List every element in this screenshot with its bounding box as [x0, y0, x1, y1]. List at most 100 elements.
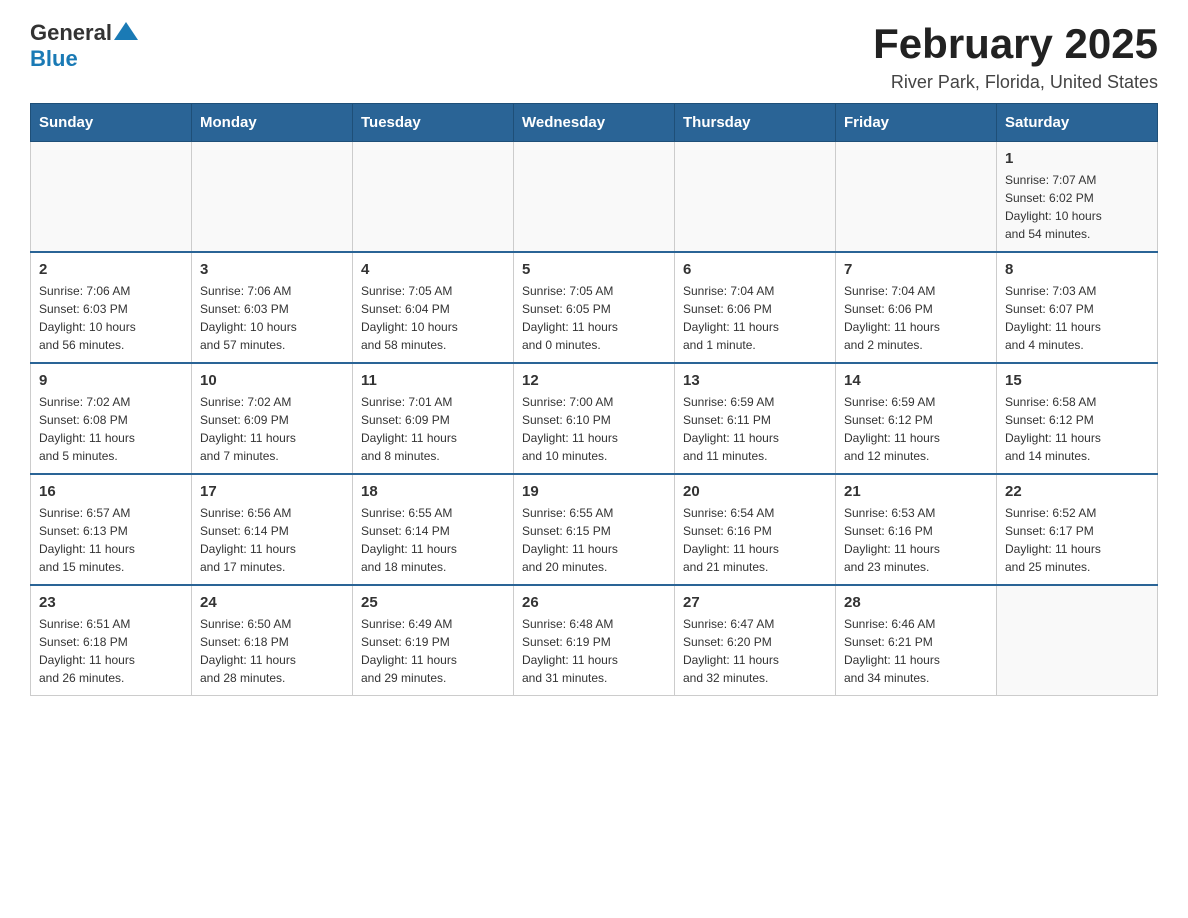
- calendar-cell: 27 Sunrise: 6:47 AMSunset: 6:20 PMDayligh…: [675, 585, 836, 696]
- calendar-week-2: 9 Sunrise: 7:02 AMSunset: 6:08 PMDaylight…: [31, 363, 1158, 474]
- calendar-body: 1Sunrise: 7:07 AMSunset: 6:02 PMDaylight…: [31, 142, 1158, 696]
- calendar-cell: 15Sunrise: 6:58 AMSunset: 6:12 PMDayligh…: [997, 363, 1158, 474]
- day-header-monday: Monday: [192, 104, 353, 142]
- calendar-cell: 2 Sunrise: 7:06 AMSunset: 6:03 PMDaylight…: [31, 252, 192, 363]
- calendar-cell: 22Sunrise: 6:52 AMSunset: 6:17 PMDayligh…: [997, 474, 1158, 585]
- calendar-cell: [675, 142, 836, 253]
- day-info: Sunrise: 6:59 AMSunset: 6:11 PMDaylight:…: [683, 393, 827, 465]
- day-number: 13: [683, 372, 827, 389]
- calendar-cell: 26Sunrise: 6:48 AMSunset: 6:19 PMDayligh…: [514, 585, 675, 696]
- day-number: 11: [361, 372, 505, 389]
- day-info: Sunrise: 6:55 AMSunset: 6:15 PMDaylight:…: [522, 504, 666, 576]
- day-header-saturday: Saturday: [997, 104, 1158, 142]
- calendar-cell: 12 Sunrise: 7:00 AMSunset: 6:10 PMDayligh…: [514, 363, 675, 474]
- day-header-sunday: Sunday: [31, 104, 192, 142]
- day-number: 6: [683, 261, 827, 278]
- day-number: 9: [39, 372, 183, 389]
- day-number: 8: [1005, 261, 1149, 278]
- logo-general-text: General: [30, 20, 112, 45]
- day-info: Sunrise: 7:05 AMSunset: 6:05 PMDaylight:…: [522, 282, 666, 354]
- day-info: Sunrise: 7:04 AMSunset: 6:06 PMDaylight:…: [683, 282, 827, 354]
- calendar-cell: 28 Sunrise: 6:46 AMSunset: 6:21 PMDayligh…: [836, 585, 997, 696]
- calendar-cell: 9 Sunrise: 7:02 AMSunset: 6:08 PMDaylight…: [31, 363, 192, 474]
- day-number: 15: [1005, 372, 1149, 389]
- day-info: Sunrise: 6:46 AMSunset: 6:21 PMDaylight:…: [844, 615, 988, 687]
- day-info: Sunrise: 6:51 AMSunset: 6:18 PMDaylight:…: [39, 615, 183, 687]
- page-title: February 2025: [873, 20, 1158, 68]
- calendar-header: SundayMondayTuesdayWednesdayThursdayFrid…: [31, 104, 1158, 142]
- page-subtitle: River Park, Florida, United States: [873, 72, 1158, 93]
- day-number: 7: [844, 261, 988, 278]
- day-header-wednesday: Wednesday: [514, 104, 675, 142]
- calendar-cell: 4 Sunrise: 7:05 AMSunset: 6:04 PMDaylight…: [353, 252, 514, 363]
- calendar-week-0: 1Sunrise: 7:07 AMSunset: 6:02 PMDaylight…: [31, 142, 1158, 253]
- day-number: 27: [683, 594, 827, 611]
- calendar-cell: 6 Sunrise: 7:04 AMSunset: 6:06 PMDaylight…: [675, 252, 836, 363]
- day-info: Sunrise: 7:06 AMSunset: 6:03 PMDaylight:…: [39, 282, 183, 354]
- calendar-week-4: 23 Sunrise: 6:51 AMSunset: 6:18 PMDayligh…: [31, 585, 1158, 696]
- calendar-cell: 25 Sunrise: 6:49 AMSunset: 6:19 PMDayligh…: [353, 585, 514, 696]
- day-info: Sunrise: 6:49 AMSunset: 6:19 PMDaylight:…: [361, 615, 505, 687]
- day-info: Sunrise: 6:55 AMSunset: 6:14 PMDaylight:…: [361, 504, 505, 576]
- logo-triangle-icon: [114, 22, 138, 40]
- day-number: 18: [361, 483, 505, 500]
- calendar-cell: [31, 142, 192, 253]
- day-info: Sunrise: 7:02 AMSunset: 6:09 PMDaylight:…: [200, 393, 344, 465]
- calendar-cell: 3 Sunrise: 7:06 AMSunset: 6:03 PMDaylight…: [192, 252, 353, 363]
- title-block: February 2025 River Park, Florida, Unite…: [873, 20, 1158, 93]
- calendar-cell: 24 Sunrise: 6:50 AMSunset: 6:18 PMDayligh…: [192, 585, 353, 696]
- calendar-cell: 18 Sunrise: 6:55 AMSunset: 6:14 PMDayligh…: [353, 474, 514, 585]
- calendar-cell: 19 Sunrise: 6:55 AMSunset: 6:15 PMDayligh…: [514, 474, 675, 585]
- calendar-cell: 17Sunrise: 6:56 AMSunset: 6:14 PMDayligh…: [192, 474, 353, 585]
- day-number: 22: [1005, 483, 1149, 500]
- day-info: Sunrise: 6:54 AMSunset: 6:16 PMDaylight:…: [683, 504, 827, 576]
- day-number: 20: [683, 483, 827, 500]
- day-info: Sunrise: 7:07 AMSunset: 6:02 PMDaylight:…: [1005, 171, 1149, 243]
- day-info: Sunrise: 6:57 AMSunset: 6:13 PMDaylight:…: [39, 504, 183, 576]
- calendar-cell: 1Sunrise: 7:07 AMSunset: 6:02 PMDaylight…: [997, 142, 1158, 253]
- day-info: Sunrise: 6:53 AMSunset: 6:16 PMDaylight:…: [844, 504, 988, 576]
- calendar-cell: 8 Sunrise: 7:03 AMSunset: 6:07 PMDaylight…: [997, 252, 1158, 363]
- calendar-cell: 21 Sunrise: 6:53 AMSunset: 6:16 PMDayligh…: [836, 474, 997, 585]
- day-info: Sunrise: 6:56 AMSunset: 6:14 PMDaylight:…: [200, 504, 344, 576]
- day-number: 25: [361, 594, 505, 611]
- day-number: 21: [844, 483, 988, 500]
- day-header-tuesday: Tuesday: [353, 104, 514, 142]
- day-number: 23: [39, 594, 183, 611]
- calendar-cell: 14 Sunrise: 6:59 AMSunset: 6:12 PMDayligh…: [836, 363, 997, 474]
- calendar-cell: 10Sunrise: 7:02 AMSunset: 6:09 PMDayligh…: [192, 363, 353, 474]
- calendar-table: SundayMondayTuesdayWednesdayThursdayFrid…: [30, 103, 1158, 696]
- day-info: Sunrise: 6:47 AMSunset: 6:20 PMDaylight:…: [683, 615, 827, 687]
- day-info: Sunrise: 7:02 AMSunset: 6:08 PMDaylight:…: [39, 393, 183, 465]
- day-header-thursday: Thursday: [675, 104, 836, 142]
- page-header: General Blue February 2025 River Park, F…: [30, 20, 1158, 93]
- calendar-cell: [353, 142, 514, 253]
- calendar-cell: [192, 142, 353, 253]
- day-number: 2: [39, 261, 183, 278]
- day-info: Sunrise: 6:48 AMSunset: 6:19 PMDaylight:…: [522, 615, 666, 687]
- day-number: 16: [39, 483, 183, 500]
- day-number: 24: [200, 594, 344, 611]
- day-info: Sunrise: 7:04 AMSunset: 6:06 PMDaylight:…: [844, 282, 988, 354]
- calendar-cell: 16 Sunrise: 6:57 AMSunset: 6:13 PMDayligh…: [31, 474, 192, 585]
- day-info: Sunrise: 7:05 AMSunset: 6:04 PMDaylight:…: [361, 282, 505, 354]
- day-number: 14: [844, 372, 988, 389]
- calendar-cell: 11Sunrise: 7:01 AMSunset: 6:09 PMDayligh…: [353, 363, 514, 474]
- day-number: 12: [522, 372, 666, 389]
- day-number: 4: [361, 261, 505, 278]
- day-info: Sunrise: 6:59 AMSunset: 6:12 PMDaylight:…: [844, 393, 988, 465]
- day-info: Sunrise: 7:06 AMSunset: 6:03 PMDaylight:…: [200, 282, 344, 354]
- day-number: 3: [200, 261, 344, 278]
- calendar-cell: 5Sunrise: 7:05 AMSunset: 6:05 PMDaylight…: [514, 252, 675, 363]
- day-info: Sunrise: 7:00 AMSunset: 6:10 PMDaylight:…: [522, 393, 666, 465]
- calendar-cell: 7 Sunrise: 7:04 AMSunset: 6:06 PMDaylight…: [836, 252, 997, 363]
- calendar-cell: [514, 142, 675, 253]
- day-info: Sunrise: 6:50 AMSunset: 6:18 PMDaylight:…: [200, 615, 344, 687]
- day-number: 28: [844, 594, 988, 611]
- day-info: Sunrise: 7:03 AMSunset: 6:07 PMDaylight:…: [1005, 282, 1149, 354]
- logo-blue-text: Blue: [30, 46, 78, 71]
- logo: General Blue: [30, 20, 138, 72]
- calendar-week-3: 16 Sunrise: 6:57 AMSunset: 6:13 PMDayligh…: [31, 474, 1158, 585]
- calendar-cell: [997, 585, 1158, 696]
- day-number: 19: [522, 483, 666, 500]
